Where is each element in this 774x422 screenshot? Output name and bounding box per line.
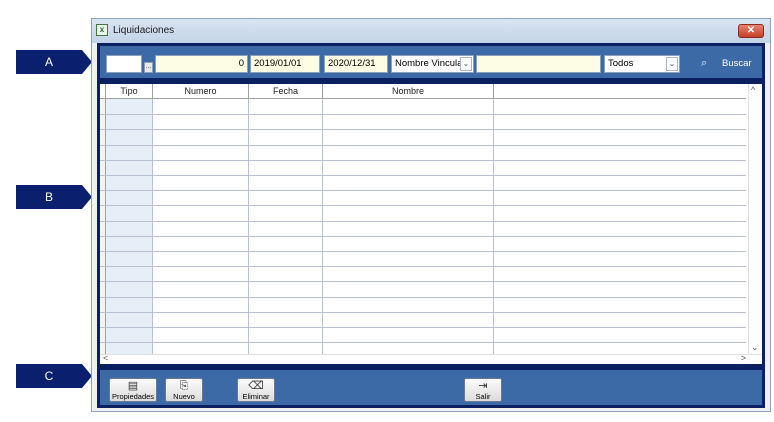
- spreadsheet-icon: x: [96, 24, 108, 36]
- grid-row-line: [100, 114, 746, 115]
- status-select-value: Todos: [608, 58, 634, 69]
- close-button[interactable]: ✕: [738, 24, 764, 38]
- callout-c: C: [16, 364, 92, 388]
- new-button-label: Nuevo: [173, 392, 195, 401]
- exit-button[interactable]: ⇥ Salir: [464, 378, 502, 402]
- code-input[interactable]: [106, 55, 142, 73]
- grid-row-line: [100, 297, 746, 298]
- chevron-down-icon[interactable]: ⌄: [460, 57, 472, 71]
- field-select[interactable]: Nombre Vincula ⌄: [391, 55, 474, 73]
- grid-row-line: [100, 190, 746, 191]
- grid-row-line: [100, 221, 746, 222]
- grid-row-line: [100, 251, 746, 252]
- window-title: Liquidaciones: [113, 25, 175, 36]
- search-button[interactable]: ⌕ Buscar: [697, 54, 757, 74]
- horizontal-scrollbar[interactable]: < >: [100, 353, 762, 364]
- callout-a: A: [16, 50, 92, 74]
- scroll-left-icon[interactable]: <: [103, 353, 108, 363]
- search-icon: ⌕: [701, 57, 708, 69]
- column-tipo: [106, 99, 153, 354]
- callout-b: B: [16, 185, 92, 209]
- column-fecha: [249, 99, 323, 354]
- grid-row-line: [100, 205, 746, 206]
- properties-button[interactable]: ▤ Propiedades: [109, 378, 157, 402]
- grid-header: Tipo Numero Fecha Nombre: [100, 84, 746, 99]
- column-header-nombre[interactable]: Nombre: [323, 84, 494, 98]
- exit-icon: ⇥: [478, 380, 488, 392]
- properties-icon: ▤: [127, 380, 139, 392]
- date-to-input[interactable]: 2020/12/31: [324, 55, 388, 73]
- number-input[interactable]: 0: [155, 55, 248, 73]
- row-selector-column[interactable]: [100, 99, 106, 354]
- grid-row-line: [100, 342, 746, 343]
- title-bar: x Liquidaciones ✕: [92, 19, 770, 43]
- vertical-scrollbar[interactable]: ^ ⌄: [748, 84, 762, 354]
- field-select-value: Nombre Vincula: [395, 58, 463, 69]
- delete-button-label: Eliminar: [242, 392, 270, 401]
- grid-row-line: [100, 266, 746, 267]
- eraser-icon: ⌫: [248, 380, 264, 392]
- column-header-numero[interactable]: Numero: [153, 84, 249, 98]
- delete-button[interactable]: ⌫ Eliminar: [237, 378, 275, 402]
- chevron-down-icon[interactable]: ⌄: [666, 57, 678, 71]
- grid-row-line: [100, 129, 746, 130]
- results-grid[interactable]: Tipo Numero Fecha Nombre ^ ⌄ < >: [97, 81, 765, 367]
- scroll-up-icon[interactable]: ^: [751, 85, 755, 95]
- action-toolbar: ▤ Propiedades ⎘ Nuevo ⌫ Eliminar ⇥ Salir: [97, 367, 765, 408]
- column-nombre: [323, 99, 494, 354]
- grid-row-line: [100, 145, 746, 146]
- search-text-input[interactable]: [476, 55, 601, 73]
- scroll-down-icon[interactable]: ⌄: [751, 342, 759, 353]
- grid-row-line: [100, 160, 746, 161]
- column-header-tipo[interactable]: Tipo: [106, 84, 153, 98]
- new-document-icon: ⎘: [179, 380, 189, 392]
- grid-row-line: [100, 312, 746, 313]
- status-select[interactable]: Todos ⌄: [604, 55, 680, 73]
- new-button[interactable]: ⎘ Nuevo: [165, 378, 203, 402]
- column-header-fecha[interactable]: Fecha: [249, 84, 323, 98]
- grid-row-line: [100, 236, 746, 237]
- date-from-input[interactable]: 2019/01/01: [250, 55, 320, 73]
- filter-bar: ... 0 2019/01/01 2020/12/31 Nombre Vincu…: [97, 43, 765, 81]
- exit-button-label: Salir: [475, 392, 491, 401]
- scroll-right-icon[interactable]: >: [741, 353, 746, 363]
- grid-row-line: [100, 175, 746, 176]
- liquidaciones-window: x Liquidaciones ✕ ... 0 2019/01/01 2020/…: [91, 18, 771, 412]
- search-button-label: Buscar: [722, 58, 752, 69]
- grid-row-line: [100, 327, 746, 328]
- code-lookup-button[interactable]: ...: [144, 62, 153, 73]
- grid-row-line: [100, 281, 746, 282]
- column-numero: [153, 99, 249, 354]
- properties-button-label: Propiedades: [111, 392, 155, 401]
